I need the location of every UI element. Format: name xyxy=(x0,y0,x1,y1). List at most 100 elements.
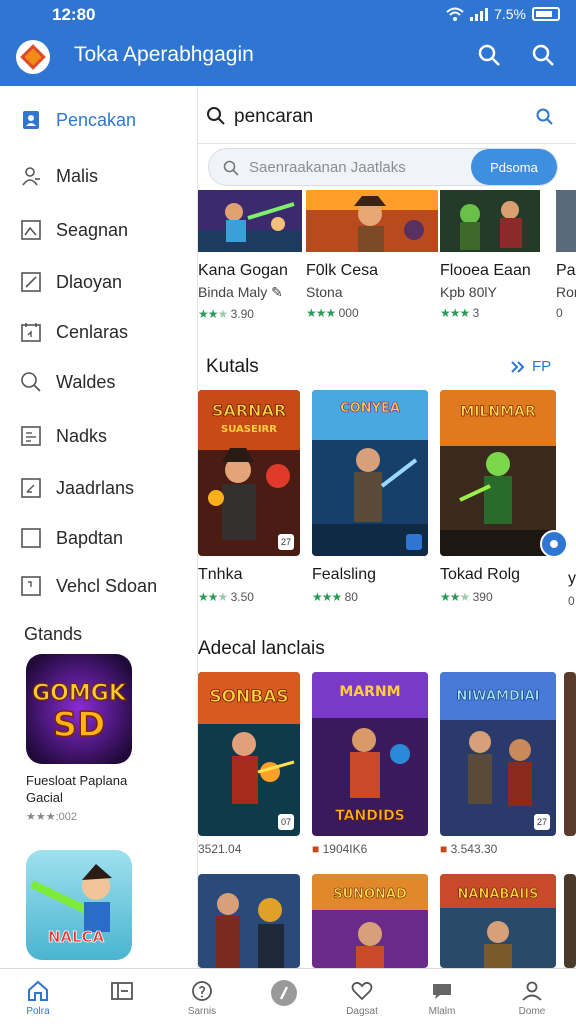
sidebar-item-label: Seagnan xyxy=(56,219,129,240)
game-art: SONBAS 07 xyxy=(198,672,300,836)
nav-help[interactable]: Sarnis xyxy=(161,969,243,1024)
game-card[interactable]: SARNAR SUASEIRR 27 Tnhka ★★★ 3.50 xyxy=(198,390,300,604)
main-content: pencaran Saenraakanan Jaatlaks Pdsoma Ka… xyxy=(198,86,576,968)
game-card[interactable]: y 0 xyxy=(568,560,576,608)
nav-account[interactable]: Dome xyxy=(491,969,573,1024)
game-rating: ★★★ 3.50 xyxy=(198,590,254,604)
filter-search-field[interactable]: Saenraakanan Jaatlaks Pdsoma xyxy=(208,148,558,186)
game-rating: ★★★ 3.90 xyxy=(198,307,254,321)
svg-text:TANDIDS: TANDIDS xyxy=(335,808,405,824)
sidebar-item-seagnan[interactable]: Seagnan xyxy=(0,208,197,252)
game-rating: ★★★ 000 xyxy=(306,306,359,320)
game-developer: Binda Maly ✎ xyxy=(198,284,283,300)
browser-icon xyxy=(111,982,133,1000)
rating-stars: ★★★ xyxy=(198,590,228,604)
result-card[interactable]: Flooea Eaan Kpb 80lY ★★★ 3 xyxy=(440,190,540,320)
game-art xyxy=(306,190,438,252)
game-developer: Stona xyxy=(306,284,343,300)
section-more-link[interactable]: FP xyxy=(510,358,551,375)
account-icon xyxy=(522,981,542,1001)
bottom-nav: Polra Sarnis Dagsat Mlalm Dome xyxy=(0,968,576,1024)
nav-home[interactable]: Polra xyxy=(0,969,79,1024)
game-art xyxy=(440,190,540,252)
filter-search-button[interactable]: Pdsoma xyxy=(471,149,557,185)
tag-icon: ■ xyxy=(440,842,448,856)
rating-stars: ★★★ xyxy=(440,590,470,604)
game-card[interactable] xyxy=(564,874,576,968)
sidebar-item-pencakan[interactable]: Pencakan xyxy=(0,98,197,142)
calendar-icon xyxy=(21,323,41,342)
search-icon[interactable] xyxy=(536,108,554,126)
nav-label: Polra xyxy=(26,1006,50,1017)
nav-label: Dagsat xyxy=(346,1006,378,1017)
compass-icon xyxy=(271,980,297,1006)
game-card[interactable]: SONBAS 07 3521.04 xyxy=(198,672,300,856)
chat-icon xyxy=(433,984,451,999)
game-art xyxy=(198,874,300,968)
game-card[interactable] xyxy=(198,874,300,968)
download-icon xyxy=(540,530,568,558)
game-art: CONYEA xyxy=(312,390,428,556)
app-thumbnail: GOMGK SD xyxy=(26,654,132,764)
sidebar-app-card[interactable]: NALCA xyxy=(26,850,132,960)
search-icon[interactable] xyxy=(476,42,502,68)
section-title: Kutals xyxy=(206,356,259,377)
svg-text:CONYEA: CONYEA xyxy=(340,401,400,416)
sidebar-item-cenlaras[interactable]: Cenlaras xyxy=(0,310,197,354)
rating-stars: ★★★ xyxy=(306,306,336,320)
app-logo[interactable] xyxy=(16,40,50,74)
app-thumbnail: NALCA xyxy=(26,850,132,960)
game-card[interactable]: CONYEA Fealsling ★★★ 80 xyxy=(312,390,428,604)
nav-explore[interactable] xyxy=(243,969,325,1024)
app-rating: ★★★:002 xyxy=(26,811,77,823)
person-icon xyxy=(22,167,40,186)
sidebar-item-bapdtan[interactable]: Bapdtan xyxy=(0,516,197,560)
game-card[interactable] xyxy=(564,672,576,836)
tag-icon: ■ xyxy=(312,842,320,856)
nav-messages[interactable]: Mlalm xyxy=(401,969,483,1024)
sidebar-item-vehcl-sdoan[interactable]: Vehcl Sdoan xyxy=(0,564,197,608)
sidebar-item-waldes[interactable]: Waldes xyxy=(0,360,197,404)
download-fab[interactable] xyxy=(540,530,570,563)
search-query[interactable]: pencaran xyxy=(234,106,313,128)
double-chevron-right-icon xyxy=(511,360,525,373)
section-title: Adecal lanclais xyxy=(198,638,325,659)
result-card[interactable]: F0lk Cesa Stona ★★★ 000 xyxy=(306,190,438,320)
document-icon xyxy=(21,478,41,498)
search-icon[interactable] xyxy=(530,42,556,68)
nav-favorites[interactable]: Dagsat xyxy=(321,969,403,1024)
list-icon xyxy=(21,426,41,446)
game-card[interactable]: NIWAMDIAI 27 ■ 3.543.30 xyxy=(440,672,556,856)
status-indicators: 7.5% xyxy=(446,6,560,22)
game-title: Tokad Rolg xyxy=(440,566,521,583)
svg-text:NANABAIIS: NANABAIIS xyxy=(458,887,539,902)
nav-browse[interactable] xyxy=(81,969,163,1024)
search-bar[interactable]: pencaran xyxy=(198,86,576,144)
sidebar-section-heading: Gtands xyxy=(24,624,83,644)
app-title: Toka Aperabhgagin xyxy=(74,43,254,66)
sidebar-item-label: Vehcl Sdoan xyxy=(56,575,158,596)
game-art: NIWAMDIAI 27 xyxy=(440,672,556,836)
rating-stars: ★★★ xyxy=(312,590,342,604)
sidebar-app-card[interactable]: GOMGK SD Fuesloat Paplana Gacial ★★★:002 xyxy=(26,654,132,823)
sidebar-item-dlaoyan[interactable]: Dlaoyan xyxy=(0,260,197,304)
heart-icon xyxy=(351,981,373,1001)
game-card[interactable]: MILNMAR Tokad Rolg ★★★ 390 xyxy=(440,390,556,604)
game-art: SUNONAD xyxy=(312,874,428,968)
edit-icon: ✎ xyxy=(271,284,283,300)
result-card[interactable]: Pa Ror 0 xyxy=(556,190,576,320)
game-title: y xyxy=(568,570,576,587)
game-rating: 0 xyxy=(568,594,575,608)
game-card[interactable]: SUNONAD xyxy=(312,874,428,968)
sidebar-item-jaadrlans[interactable]: Jaadrlans xyxy=(0,466,197,510)
game-card[interactable]: MARNM TANDIDS ■ 1904IK6 xyxy=(312,672,428,856)
sidebar-item-label: Cenlaras xyxy=(56,321,129,342)
tag-icon xyxy=(21,576,41,596)
sidebar-item-malis[interactable]: Malis xyxy=(0,154,197,198)
svg-text:NIWAMDIAI: NIWAMDIAI xyxy=(457,689,540,704)
game-card[interactable]: NANABAIIS xyxy=(440,874,556,968)
sidebar-item-nadks[interactable]: Nadks xyxy=(0,414,197,458)
svg-text:SONBAS: SONBAS xyxy=(209,687,288,707)
result-card[interactable]: Kana Gogan Binda Maly ✎ ★★★ 3.90 xyxy=(198,190,302,321)
square-icon xyxy=(21,528,41,548)
